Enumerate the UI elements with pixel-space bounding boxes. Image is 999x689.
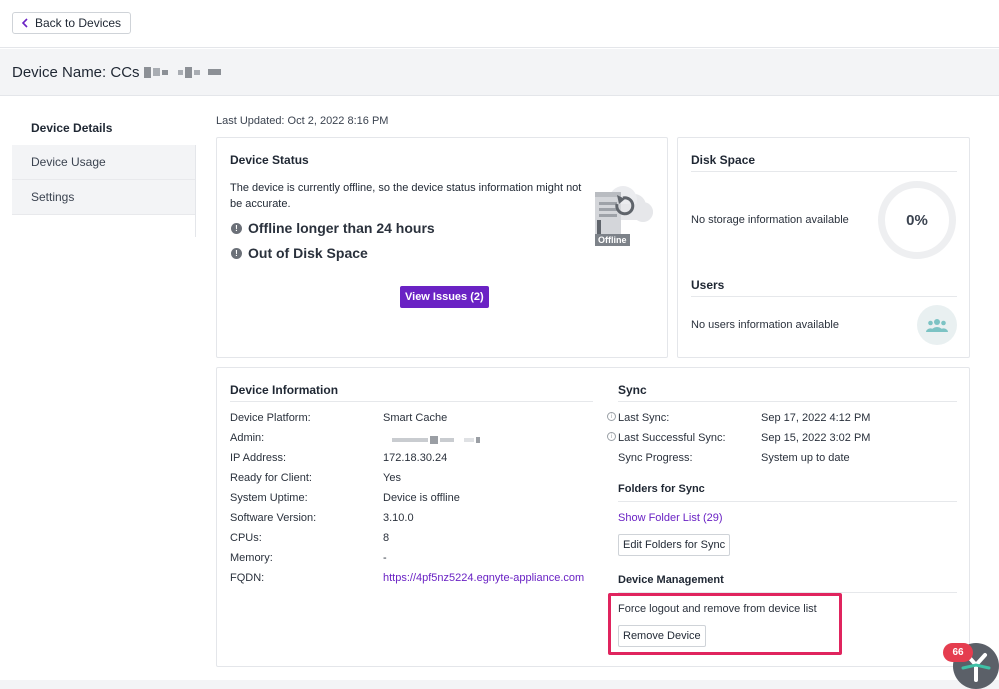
edit-folders-for-sync-button[interactable]: Edit Folders for Sync (618, 534, 731, 556)
sidebar-divider (195, 145, 196, 237)
info-value: Yes (383, 472, 401, 484)
chevron-left-icon (21, 18, 28, 28)
issue-item: ! Out of Disk Space (231, 245, 368, 261)
sidebar-item-device-details[interactable]: Device Details (12, 110, 196, 145)
info-value: 172.18.30.24 (383, 452, 448, 464)
sidebar-item-settings[interactable]: Settings (12, 180, 196, 215)
sync-label: Last Successful Sync: (618, 432, 726, 444)
sync-value: Sep 17, 2022 4:12 PM (761, 412, 871, 424)
users-icon (917, 305, 957, 345)
issue-text: Offline longer than 24 hours (248, 220, 435, 236)
sync-title: Sync (618, 383, 647, 397)
bottom-strip (0, 680, 999, 689)
device-name-label: Device Name: CCs (12, 63, 140, 81)
info-value: 8 (383, 532, 390, 544)
sidebar-item-label: Settings (31, 190, 75, 204)
info-label: Ready for Client: (230, 472, 312, 484)
sync-value: System up to date (761, 452, 850, 464)
divider (230, 401, 593, 402)
show-folder-list-link[interactable]: Show Folder List (29) (618, 512, 723, 524)
info-label: Software Version: (230, 512, 317, 524)
disk-space-card: Disk Space No storage information availa… (677, 137, 970, 358)
divider (691, 171, 957, 172)
device-status-message: The device is currently offline, so the … (230, 182, 582, 210)
info-label: FQDN: (230, 572, 265, 584)
sidebar-item-device-usage[interactable]: Device Usage (12, 145, 196, 180)
info-value: 3.10.0 (383, 512, 414, 524)
device-status-title: Device Status (230, 153, 309, 167)
disk-space-message: No storage information available (691, 214, 849, 226)
device-information-card: Device Information Device Platform: Smar… (216, 367, 970, 667)
info-value: - (383, 552, 387, 564)
group-icon (926, 319, 948, 332)
users-title: Users (691, 278, 725, 292)
info-label: Memory: (230, 552, 273, 564)
sync-label: Last Sync: (618, 412, 670, 424)
info-label: CPUs: (230, 532, 262, 544)
back-to-devices-label: Back to Devices (35, 16, 122, 30)
folders-for-sync-title: Folders for Sync (618, 483, 705, 495)
last-updated-text: Last Updated: Oct 2, 2022 8:16 PM (216, 115, 389, 127)
redacted-device-name (143, 66, 221, 78)
sync-value: Sep 15, 2022 3:02 PM (761, 432, 871, 444)
device-management-title: Device Management (618, 574, 724, 586)
notification-count-badge[interactable]: 66 (943, 643, 973, 662)
device-information-title: Device Information (230, 383, 339, 397)
disk-usage-percent: 0% (906, 211, 928, 229)
alert-icon: ! (231, 247, 242, 259)
redacted-admin-value (392, 436, 480, 444)
device-status-card: Device Status The device is currently of… (216, 137, 668, 358)
issue-text: Out of Disk Space (248, 245, 368, 261)
offline-status-badge: Offline (595, 234, 630, 246)
divider (618, 501, 957, 502)
disk-space-title: Disk Space (691, 153, 756, 167)
info-value: Smart Cache (383, 412, 448, 424)
info-value: Device is offline (383, 492, 460, 504)
info-icon[interactable]: i (607, 412, 616, 421)
alert-icon: ! (231, 222, 242, 234)
view-issues-button[interactable]: View Issues (2) (400, 286, 489, 308)
info-label: System Uptime: (230, 492, 308, 504)
sidebar-item-label: Device Details (31, 120, 113, 135)
top-bar: Back to Devices (0, 0, 999, 48)
divider (691, 296, 957, 297)
device-name-bar: Device Name: CCs (0, 49, 999, 96)
device-name-title: Device Name: CCs (12, 64, 221, 81)
fqdn-link[interactable]: https://4pf5nz5224.egnyte-appliance.com (383, 572, 584, 584)
highlight-annotation (608, 593, 842, 655)
back-to-devices-button[interactable]: Back to Devices (12, 12, 132, 34)
divider (618, 401, 957, 402)
info-label: Admin: (230, 432, 265, 444)
sync-label: Sync Progress: (618, 452, 693, 464)
sidebar-item-label: Device Usage (31, 155, 106, 169)
info-label: Device Platform: (230, 412, 311, 424)
info-label: IP Address: (230, 452, 287, 464)
sidebar: Device Details Device Usage Settings (12, 110, 196, 215)
info-icon[interactable]: i (607, 432, 616, 441)
issue-item: ! Offline longer than 24 hours (231, 220, 435, 236)
disk-usage-ring: 0% (878, 181, 956, 259)
users-message: No users information available (691, 319, 839, 331)
